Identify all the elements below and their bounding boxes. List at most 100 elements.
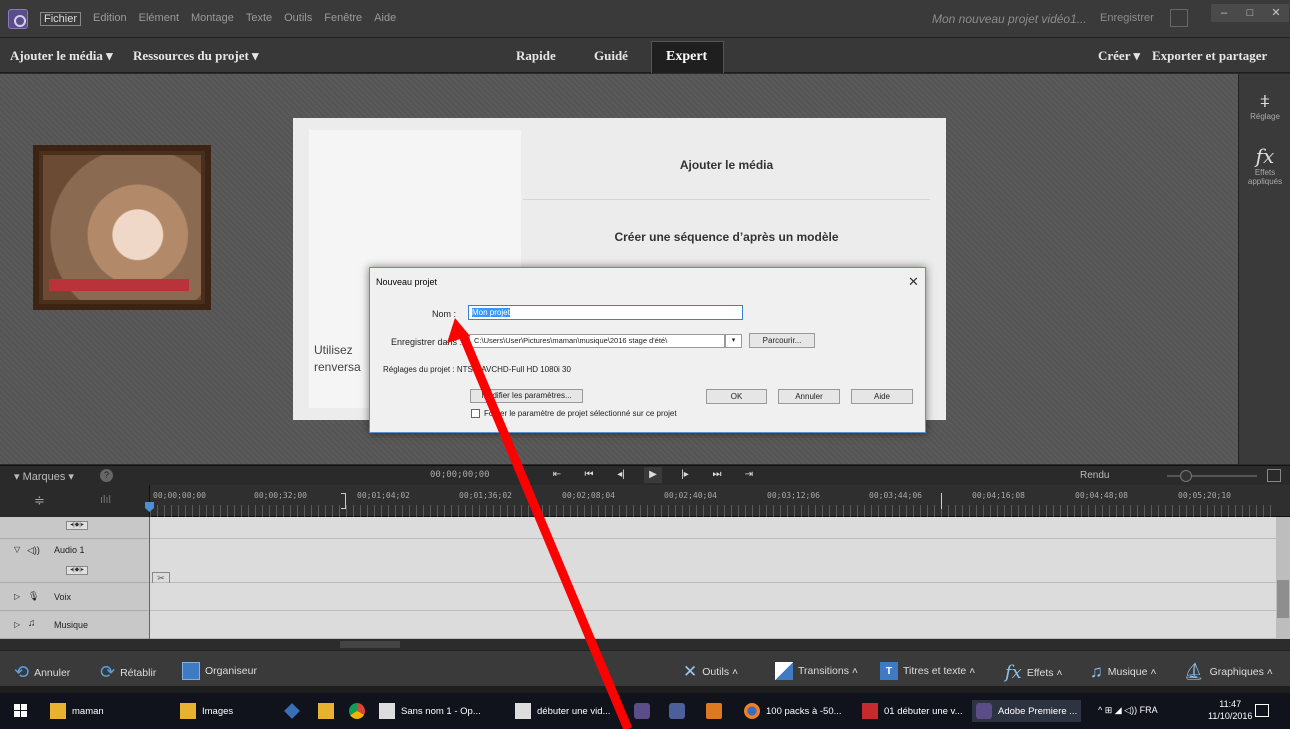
- redo-button[interactable]: ⟳ Rétablir: [100, 662, 156, 683]
- save-path-dropdown[interactable]: ▾: [725, 334, 742, 348]
- taskbar-item[interactable]: 100 packs à -50...: [744, 700, 842, 722]
- step-forward-icon[interactable]: |▸: [676, 467, 694, 483]
- marks-menu[interactable]: ▾ Marques ▾: [14, 470, 74, 483]
- menu-element[interactable]: Elément: [139, 12, 179, 26]
- save-button[interactable]: Enregistrer: [1100, 12, 1154, 24]
- menu-fenetre[interactable]: Fenêtre: [324, 12, 362, 26]
- track-header-video[interactable]: ◂|◆|▸: [0, 517, 150, 539]
- fullscreen-icon[interactable]: [1170, 9, 1188, 27]
- taskbar-pinned[interactable]: [669, 700, 685, 722]
- menu-aide[interactable]: Aide: [374, 12, 396, 26]
- menu-fichier[interactable]: Fichier: [40, 12, 82, 26]
- chrome-icon: [349, 703, 365, 719]
- graphics-button[interactable]: ⛵︎ Graphiques ˄: [1183, 662, 1273, 682]
- audio-waveform-icon[interactable]: ılıl: [100, 494, 111, 506]
- track-header-voix[interactable]: ▷ 🎙︎ Voix: [0, 583, 150, 611]
- music-note-icon[interactable]: ♫: [28, 618, 36, 629]
- track-lane-voix[interactable]: [150, 583, 1276, 611]
- taskbar-item[interactable]: débuter une vid...: [515, 700, 610, 722]
- system-tray[interactable]: ^ ⊞ ◢ ◁)) FRA: [1098, 705, 1158, 716]
- app-logo-icon[interactable]: [8, 9, 28, 29]
- project-resources-menu[interactable]: Ressources du projet ▾: [133, 48, 259, 64]
- windows-start-icon[interactable]: [14, 704, 28, 718]
- expand-triangle-icon[interactable]: ▷: [14, 592, 20, 601]
- goto-end-icon[interactable]: ⇥: [740, 467, 758, 483]
- cancel-button[interactable]: Annuler: [778, 389, 840, 404]
- track-lane-musique[interactable]: [150, 611, 1276, 639]
- effects-button[interactable]: fx Effets ˄: [1005, 662, 1063, 683]
- goto-start-icon[interactable]: ⇤: [548, 467, 566, 483]
- tab-guide[interactable]: Guidé: [594, 48, 628, 64]
- taskbar-pinned[interactable]: [318, 700, 334, 722]
- undo-button[interactable]: ⟲ Annuler: [14, 662, 70, 683]
- play-icon[interactable]: ▶: [644, 467, 662, 483]
- dialog-close-icon[interactable]: ✕: [908, 274, 919, 290]
- timeline-ruler[interactable]: ≑ ılıl 00;00;00;00 00;00;32;00 00;01;04;…: [0, 485, 1290, 517]
- add-media-option[interactable]: Ajouter le média: [523, 130, 930, 200]
- tab-expert[interactable]: Expert: [651, 41, 724, 73]
- titles-text-button[interactable]: T Titres et texte ˄: [880, 662, 975, 680]
- taskbar-item[interactable]: maman: [50, 700, 104, 722]
- maximize-button[interactable]: □: [1237, 4, 1263, 22]
- organizer-button[interactable]: Organiseur: [182, 662, 257, 680]
- save-path-field[interactable]: C:\Users\User\Pictures\maman\musique\201…: [469, 334, 725, 348]
- help-icon[interactable]: ?: [100, 469, 113, 482]
- previous-edit-icon[interactable]: ⏮: [580, 467, 598, 483]
- track-adjust-icon[interactable]: ≑: [34, 493, 45, 509]
- menu-edition[interactable]: Edition: [93, 12, 127, 26]
- notifications-icon[interactable]: [1255, 704, 1269, 717]
- help-button[interactable]: Aide: [851, 389, 913, 404]
- export-share-menu[interactable]: Exporter et partager: [1152, 48, 1267, 64]
- track-volume-control[interactable]: ◂|◆|▸: [66, 566, 88, 575]
- taskbar-item[interactable]: Sans nom 1 - Op...: [379, 700, 481, 722]
- next-edit-icon[interactable]: ⏭: [708, 467, 726, 483]
- track-header-musique[interactable]: ▷ ♫ Musique: [0, 611, 150, 639]
- expand-triangle-icon[interactable]: ▷: [14, 620, 20, 629]
- project-name-input[interactable]: Mon projet: [468, 305, 743, 320]
- create-menu[interactable]: Créer ▾: [1098, 48, 1140, 64]
- minimize-button[interactable]: –: [1211, 4, 1237, 22]
- track-lane-audio-1[interactable]: ✂: [150, 539, 1276, 584]
- menu-montage[interactable]: Montage: [191, 12, 234, 26]
- music-button[interactable]: ♫ Musique ˄: [1090, 662, 1157, 682]
- expand-timeline-icon[interactable]: [1267, 469, 1281, 482]
- track-header-audio-1[interactable]: ▽ ◁)) Audio 1 ◂|◆|▸: [0, 539, 150, 583]
- microphone-icon[interactable]: 🎙︎: [28, 591, 39, 602]
- horizontal-scrollbar-thumb[interactable]: [340, 641, 400, 648]
- taskbar-item[interactable]: Images: [180, 700, 233, 722]
- add-media-menu[interactable]: Ajouter le média ▾: [10, 48, 113, 64]
- render-button[interactable]: Rendu: [1080, 470, 1109, 481]
- taskbar-pinned[interactable]: [349, 700, 365, 722]
- vertical-scrollbar-thumb[interactable]: [1277, 580, 1289, 618]
- taskbar-pinned[interactable]: [284, 700, 300, 722]
- clock[interactable]: 11:47 11/10/2016: [1208, 698, 1252, 722]
- menu-outils[interactable]: Outils: [284, 12, 312, 26]
- track-volume-control[interactable]: ◂|◆|▸: [66, 521, 88, 530]
- vertical-scrollbar[interactable]: [1276, 517, 1290, 639]
- work-area-start-marker[interactable]: [341, 493, 346, 509]
- close-window-button[interactable]: ✕: [1263, 4, 1289, 22]
- adjust-button[interactable]: ⧧ Réglage: [1239, 88, 1290, 121]
- tab-rapide[interactable]: Rapide: [516, 48, 556, 64]
- applied-effects-button[interactable]: fx Effets appliqués: [1239, 144, 1290, 186]
- step-back-icon[interactable]: ◂|: [612, 467, 630, 483]
- taskbar-pinned[interactable]: [634, 700, 650, 722]
- force-settings-checkbox[interactable]: [471, 409, 480, 418]
- speaker-icon[interactable]: ◁)): [27, 545, 40, 556]
- folder-icon: [50, 703, 66, 719]
- taskbar-item-active[interactable]: Adobe Premiere ...: [972, 700, 1082, 722]
- taskbar-item[interactable]: 01 débuter une v...: [862, 700, 963, 722]
- work-area-end-marker[interactable]: [941, 493, 942, 509]
- template-sequence-option[interactable]: Créer une séquence d’après un modèle: [523, 200, 930, 270]
- transitions-button[interactable]: Transitions ˄: [775, 662, 858, 680]
- zoom-slider-knob[interactable]: [1180, 470, 1192, 482]
- modify-settings-button[interactable]: Modifier les paramètres...: [470, 389, 583, 403]
- tools-button[interactable]: ✕ Outils ˄: [683, 662, 738, 682]
- expand-triangle-icon[interactable]: ▽: [14, 545, 20, 554]
- ok-button[interactable]: OK: [706, 389, 767, 404]
- menu-texte[interactable]: Texte: [246, 12, 272, 26]
- horizontal-scrollbar[interactable]: [0, 639, 1290, 650]
- taskbar-pinned[interactable]: [706, 700, 722, 722]
- track-lane-video[interactable]: [150, 517, 1276, 539]
- browse-button[interactable]: Parcourir...: [749, 333, 815, 348]
